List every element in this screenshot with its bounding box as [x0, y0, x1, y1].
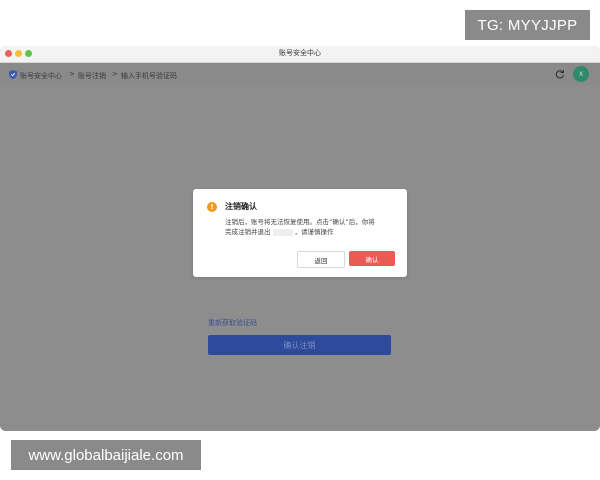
breadcrumb-item-deregister[interactable]: 账号注销 — [78, 71, 106, 81]
breadcrumb-item-current: 输入手机号验证码 — [121, 72, 177, 80]
dialog-confirm-button[interactable]: 确认 — [349, 251, 395, 266]
avatar-initial: X — [578, 70, 584, 78]
dialog-message-line2-suffix: ，请谨慎操作 — [294, 228, 334, 236]
watermark-site: www.globalbaijiale.com — [11, 440, 201, 470]
confirm-deregister-button[interactable]: 确认注销 — [208, 335, 391, 355]
deregister-confirm-dialog: ! 注销确认 注销后，账号将无法恢复使用。点击“确认”后，你将 完成注销并退出 ，… — [193, 189, 407, 277]
breadcrumb-item-security-center[interactable]: 账号安全中心 — [20, 71, 62, 81]
refresh-icon[interactable] — [555, 69, 565, 79]
redacted-text — [272, 228, 293, 236]
resend-code-link[interactable]: 重新获取验证码 — [208, 318, 257, 328]
breadcrumb: 账号安全中心 > 账号注销 > 输入手机号验证码 X — [0, 63, 600, 85]
avatar[interactable]: X — [573, 66, 589, 82]
window-title: 账号安全中心 — [279, 49, 321, 57]
watermark-tg: TG: MYYJJPP — [465, 10, 590, 40]
dialog-message-line2: 完成注销并退出 ，请谨慎操作 — [225, 227, 395, 237]
title-bar: 账号安全中心 — [0, 46, 600, 63]
dialog-cancel-button[interactable]: 返回 — [297, 251, 345, 268]
shield-icon — [9, 70, 17, 79]
dialog-title: 注销确认 — [225, 202, 257, 211]
breadcrumb-separator: > — [112, 70, 118, 78]
breadcrumb-separator: > — [69, 70, 75, 78]
dialog-message-line2-prefix: 完成注销并退出 — [225, 228, 271, 236]
warning-icon: ! — [207, 202, 217, 212]
dialog-message: 注销后，账号将无法恢复使用。点击“确认”后，你将 完成注销并退出 ，请谨慎操作 — [225, 217, 395, 237]
dialog-message-line1: 注销后，账号将无法恢复使用。点击“确认”后，你将 — [225, 218, 375, 226]
